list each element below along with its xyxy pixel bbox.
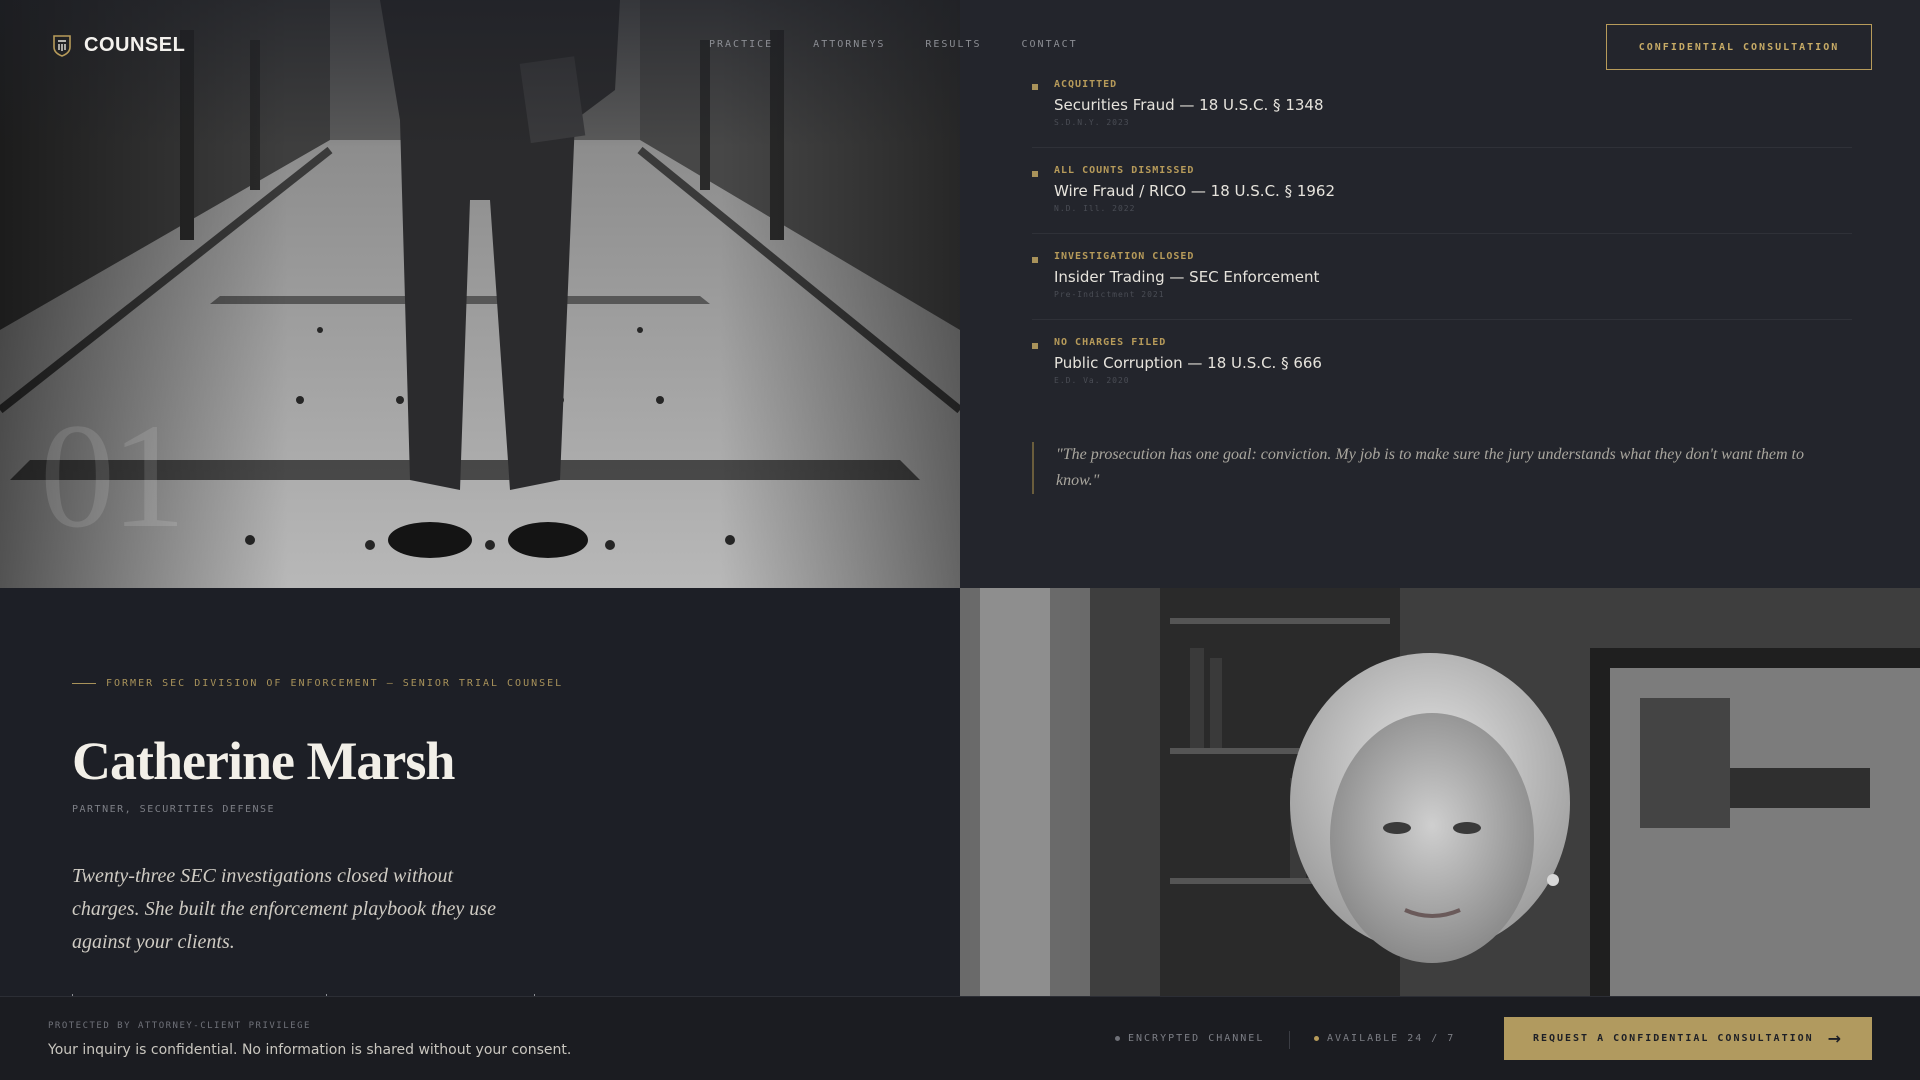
attorney-bio: Twenty-three SEC investigations closed w… xyxy=(72,865,496,953)
section-index-number: 01 xyxy=(40,393,186,559)
brand-logo-link[interactable]: COUNSEL xyxy=(52,34,185,57)
confidential-consultation-button[interactable]: CONFIDENTIAL CONSULTATION xyxy=(1606,24,1872,70)
shield-crest-icon xyxy=(53,34,71,57)
encrypted-channel-label: ENCRYPTED CHANNEL xyxy=(1128,1033,1265,1044)
attorney-quote: "The prosecution has one goal: convictio… xyxy=(1032,442,1812,494)
status-dot-icon xyxy=(1314,1036,1319,1041)
attorney-portrait-photo xyxy=(960,588,1920,996)
case-title: Insider Trading — SEC Enforcement xyxy=(1054,268,1320,286)
case-bullet xyxy=(1032,343,1038,349)
case-bullet xyxy=(1032,257,1038,263)
nav-item-practice[interactable]: PRACTICE xyxy=(709,39,773,50)
encrypted-channel-indicator: ENCRYPTED CHANNEL xyxy=(1115,1033,1264,1044)
attorney-bio-panel: FORMER SEC DIVISION OF ENFORCEMENT — SEN… xyxy=(0,588,960,996)
attorney-eyebrow: FORMER SEC DIVISION OF ENFORCEMENT — SEN… xyxy=(72,678,563,689)
attorney-name: Catherine Marsh xyxy=(72,731,455,791)
case-title: Securities Fraud — 18 U.S.C. § 1348 xyxy=(1054,96,1324,114)
nav-item-results[interactable]: RESULTS xyxy=(925,39,981,50)
confidentiality-message: Your inquiry is confidential. No informa… xyxy=(48,1042,572,1058)
main-nav: PRACTICE ATTORNEYS RESULTS CONTACT xyxy=(709,39,1078,50)
request-consultation-label: REQUEST A CONFIDENTIAL CONSULTATION xyxy=(1532,1033,1814,1044)
indicator-divider xyxy=(1289,1031,1290,1049)
confidential-footer-bar: PROTECTED BY ATTORNEY-CLIENT PRIVILEGE Y… xyxy=(0,996,1920,1080)
list-item: ALL COUNTS DISMISSED Wire Fraud / RICO —… xyxy=(1032,148,1852,234)
case-title: Wire Fraud / RICO — 18 U.S.C. § 1962 xyxy=(1054,182,1336,200)
brand-name: COUNSEL xyxy=(84,34,186,56)
case-status: NO CHARGES FILED xyxy=(1054,337,1167,348)
availability-indicator: AVAILABLE 24 / 7 xyxy=(1314,1033,1455,1044)
case-status: ALL COUNTS DISMISSED xyxy=(1054,165,1195,176)
privilege-notice-label: PROTECTED BY ATTORNEY-CLIENT PRIVILEGE xyxy=(48,1021,311,1031)
case-title: Public Corruption — 18 U.S.C. § 666 xyxy=(1054,354,1322,372)
case-bullet xyxy=(1032,171,1038,177)
site-header: COUNSEL PRACTICE ATTORNEYS RESULTS CONTA… xyxy=(0,0,1920,92)
arrow-right-icon: → xyxy=(1827,1029,1844,1048)
case-status: INVESTIGATION CLOSED xyxy=(1054,251,1195,262)
portrait-photo-illustration xyxy=(960,588,1920,996)
status-dot-icon xyxy=(1115,1036,1120,1041)
case-meta: Pre-Indictment 2021 xyxy=(1054,290,1165,299)
nav-item-contact[interactable]: CONTACT xyxy=(1022,39,1078,50)
availability-label: AVAILABLE 24 / 7 xyxy=(1327,1033,1456,1044)
request-consultation-button[interactable]: REQUEST A CONFIDENTIAL CONSULTATION → xyxy=(1504,1017,1872,1060)
nav-item-attorneys[interactable]: ATTORNEYS xyxy=(813,39,885,50)
eyebrow-text: FORMER SEC DIVISION OF ENFORCEMENT — SEN… xyxy=(106,678,564,689)
case-meta: N.D. Ill. 2022 xyxy=(1054,204,1136,213)
case-meta: S.D.N.Y. 2023 xyxy=(1054,118,1130,127)
list-item: INVESTIGATION CLOSED Insider Trading — S… xyxy=(1032,234,1852,320)
eyebrow-rule xyxy=(72,683,96,684)
case-meta: E.D. Va. 2020 xyxy=(1054,376,1130,385)
attorney-role: PARTNER, SECURITIES DEFENSE xyxy=(72,804,276,815)
list-item: NO CHARGES FILED Public Corruption — 18 … xyxy=(1032,320,1852,406)
